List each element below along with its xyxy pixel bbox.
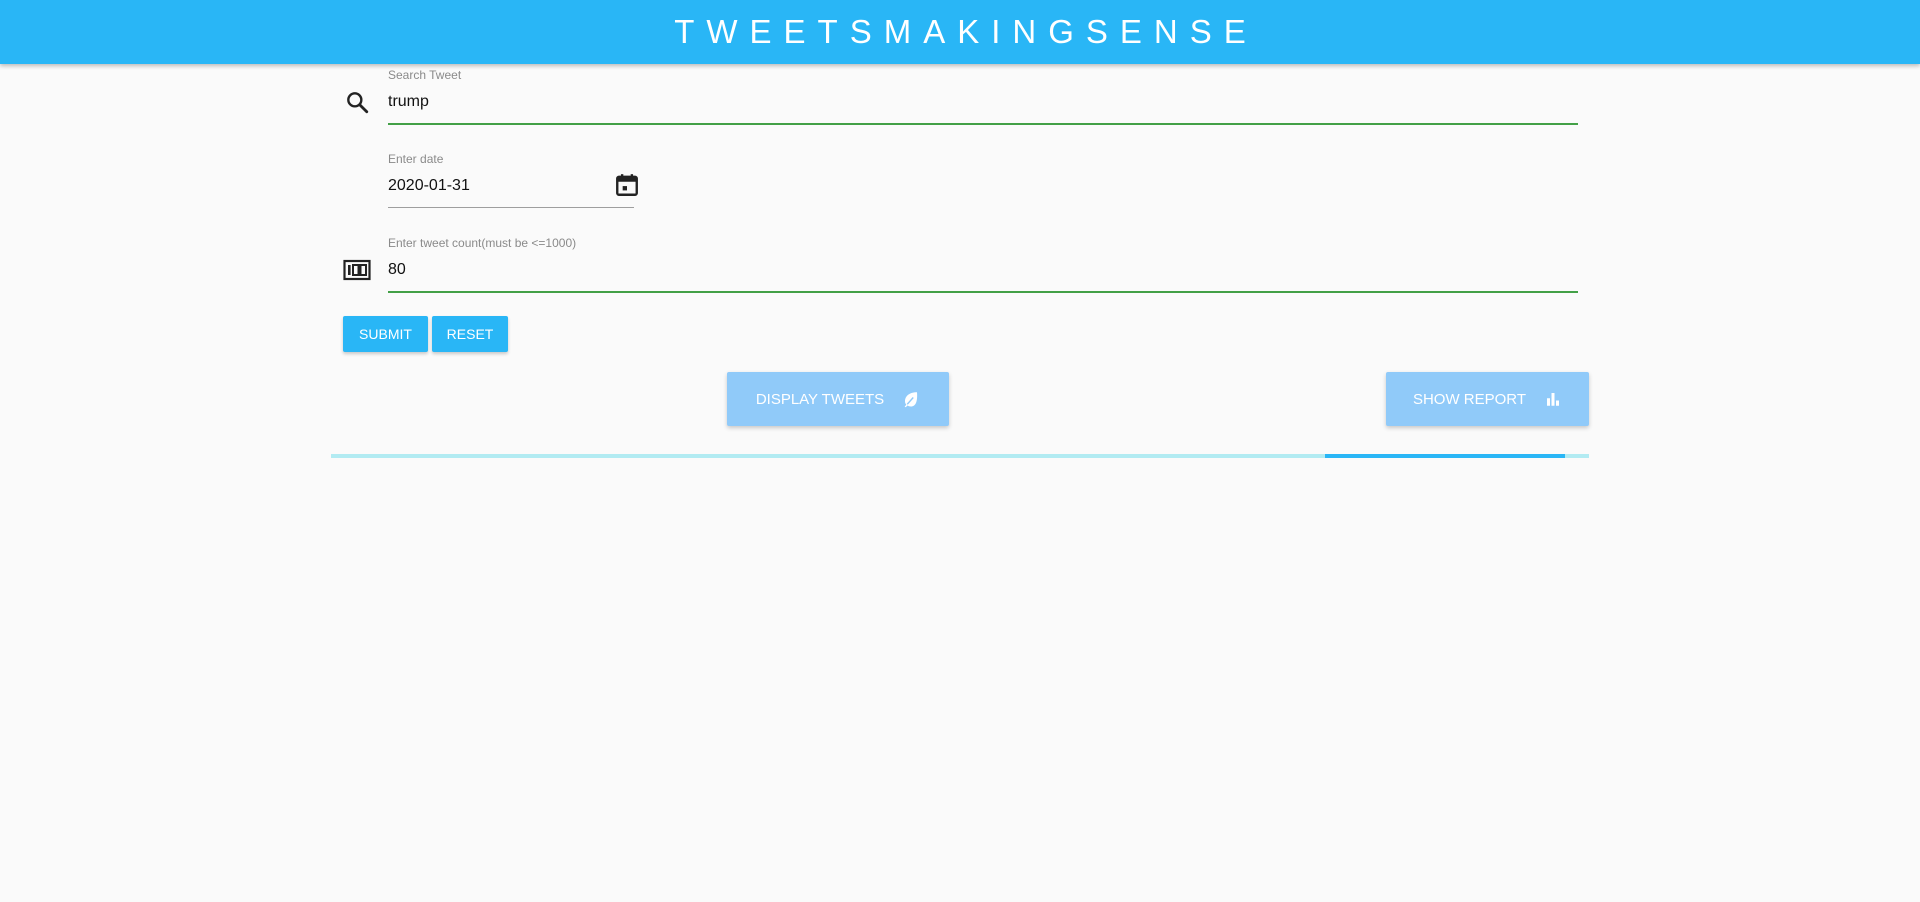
bar-chart-icon <box>1544 390 1562 408</box>
search-icon <box>343 88 371 116</box>
show-report-button[interactable]: SHOW REPORT <box>1386 372 1589 426</box>
search-input[interactable] <box>388 90 1578 114</box>
display-tweets-button[interactable]: DISPLAY TWEETS <box>727 372 949 426</box>
calendar-icon[interactable] <box>613 171 641 199</box>
count-label: Enter tweet count(must be <=1000) <box>388 236 577 250</box>
app-bar: TWEETSMAKINGSENSE <box>0 0 1920 64</box>
date-underline <box>388 207 634 208</box>
search-label: Search Tweet <box>388 68 462 82</box>
show-report-label: SHOW REPORT <box>1412 390 1527 408</box>
counter-icon <box>343 256 371 284</box>
reset-button[interactable]: RESET <box>432 316 508 352</box>
date-input[interactable] <box>388 174 608 198</box>
submit-button[interactable]: SUBMIT <box>343 316 428 352</box>
search-underline <box>388 123 1578 125</box>
date-label: Enter date <box>388 152 444 166</box>
progress-indicator <box>1325 454 1565 458</box>
count-underline <box>388 291 1578 293</box>
leaf-icon <box>902 390 920 408</box>
app-title: TWEETSMAKINGSENSE <box>674 13 1258 50</box>
tweet-count-input[interactable] <box>388 258 1578 282</box>
display-tweets-label: DISPLAY TWEETS <box>755 390 885 408</box>
progress-bar <box>331 454 1589 458</box>
